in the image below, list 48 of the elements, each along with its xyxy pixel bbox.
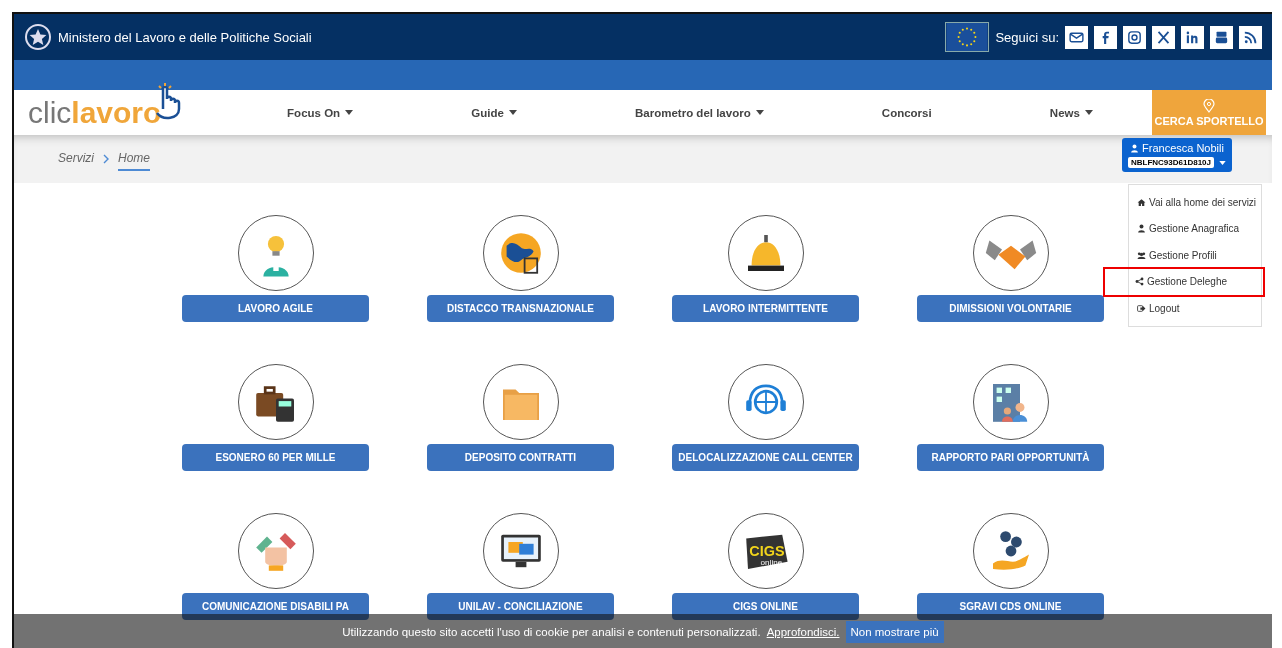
linkedin-icon[interactable] (1181, 25, 1204, 49)
facebook-icon[interactable] (1094, 25, 1117, 49)
nav-menu-item[interactable]: Barometro del lavoro (635, 106, 764, 119)
user-icon (1137, 224, 1146, 234)
service-button[interactable]: DIMISSIONI VOLONTARIE (917, 295, 1104, 322)
service-button[interactable]: UNILAV - CONCILIAZIONE (427, 593, 614, 620)
breadcrumb-link[interactable]: Servizi (58, 147, 94, 171)
follow-label: Seguici su: (995, 29, 1059, 45)
menu-item[interactable]: Gestione Profili (1129, 242, 1261, 269)
more-info-link[interactable]: Approfondisci. (766, 626, 840, 638)
nav-menu-item[interactable]: Focus On (287, 106, 354, 119)
service-button[interactable]: LAVORO AGILE (182, 295, 369, 322)
service-button[interactable]: ESONERO 60 PER MILLE (182, 444, 369, 471)
user-icon (1130, 143, 1139, 153)
instagram-icon[interactable] (1123, 25, 1146, 49)
eu-flag-icon (945, 22, 990, 52)
service-button[interactable]: DELOCALIZZAZIONE CALL CENTER (672, 444, 859, 471)
service-button[interactable]: COMUNICAZIONE DISABILI PA (182, 593, 369, 620)
logout-icon (1137, 303, 1146, 313)
cookie-message: Utilizzando questo sito accetti l'uso di cookie per analisi e contenuti personalizzati. (342, 626, 761, 638)
dismiss-button[interactable]: Non mostrare più (845, 621, 944, 643)
service-button[interactable]: LAVORO INTERMITTENTE (672, 295, 859, 322)
users-icon (1137, 250, 1146, 260)
service-button[interactable]: DISTACCO TRANSNAZIONALE (427, 295, 614, 322)
service-button[interactable]: RAPPORTO PARI OPPORTUNITÀ (917, 444, 1104, 471)
menu-item[interactable]: Gestione Anagrafica (1129, 215, 1261, 242)
user-menu-button[interactable]: Francesca Nobili NBLFNC93D61D810J (1121, 138, 1232, 172)
caret-icon (1219, 160, 1226, 165)
nav-menu-item[interactable]: Concorsi (881, 106, 932, 119)
home-icon (1137, 197, 1146, 207)
service-button[interactable]: SGRAVI CDS ONLINE (917, 593, 1104, 620)
menu-item[interactable]: Logout (1129, 295, 1261, 322)
chevron-right-icon (102, 154, 110, 164)
menu-item[interactable]: Gestione Deleghe (1105, 268, 1263, 295)
service-button[interactable]: DEPOSITO CONTRATTI (427, 444, 614, 471)
logo-text[interactable]: clic (28, 95, 72, 130)
share-icon (1135, 277, 1144, 287)
nav-menu-item[interactable]: News (1049, 106, 1093, 119)
mail-icon[interactable] (1065, 25, 1088, 49)
breadcrumb-link[interactable]: Home (118, 147, 151, 171)
map-pin-icon (1203, 98, 1215, 113)
rss-icon[interactable] (1239, 25, 1262, 49)
nav-menu-item[interactable]: Guide (471, 106, 517, 119)
service-button[interactable]: CIGS ONLINE (672, 593, 859, 620)
menu-item[interactable]: Vai alla home dei servizi (1129, 189, 1261, 216)
x-icon[interactable] (1152, 25, 1175, 49)
site-title: Ministero del Lavoro e delle Politiche Sociali (58, 29, 313, 45)
emblem-icon (24, 23, 52, 51)
